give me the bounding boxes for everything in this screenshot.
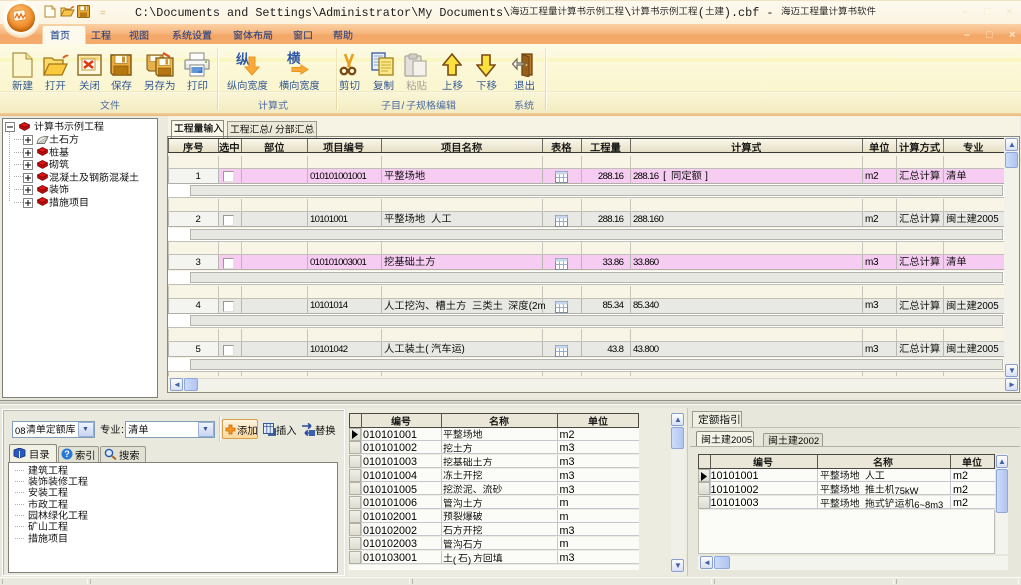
- svg-text:?: ?: [64, 449, 70, 459]
